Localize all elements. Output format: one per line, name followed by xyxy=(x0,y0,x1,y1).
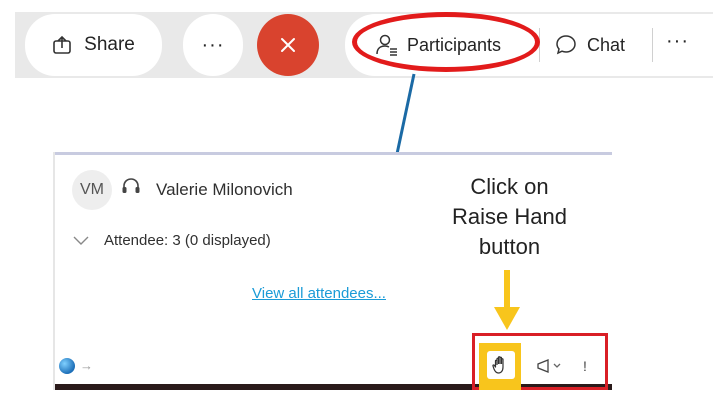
yellow-arrow xyxy=(494,270,520,330)
megaphone-icon xyxy=(537,359,561,373)
alert-icon: ! xyxy=(583,358,587,374)
alert-button[interactable]: ! xyxy=(575,353,595,379)
raise-hand-button[interactable] xyxy=(487,351,515,379)
app-status-icon[interactable] xyxy=(59,358,75,374)
arrow-right-icon: → xyxy=(80,358,93,373)
hand-icon xyxy=(492,356,504,374)
annotation-menu-button[interactable] xyxy=(533,353,569,379)
